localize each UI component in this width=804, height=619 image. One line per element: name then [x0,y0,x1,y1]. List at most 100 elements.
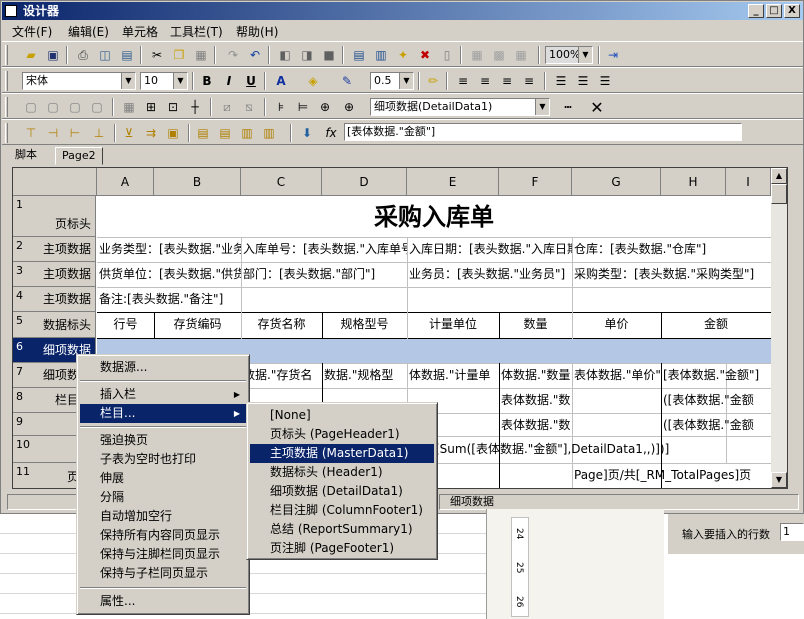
function-icon[interactable]: fx [322,124,340,142]
cell[interactable]: [Sum([表体数据."金额"],DetailData1,,)])] [433,438,771,462]
band-icon[interactable]: ⊨ [294,98,312,116]
row-header[interactable]: 2 主项数据 [13,237,96,262]
menu-toolbar[interactable]: 工具栏(T) [170,23,223,40]
col-header[interactable]: C [241,168,322,196]
paste-icon[interactable]: ▦ [192,46,210,64]
center-h-icon[interactable]: ▥ [238,124,256,142]
cell[interactable]: 表体数据."数 [499,414,572,436]
clear-border-icon[interactable]: ✕ [588,98,606,117]
align-grid-icon[interactable]: ▩ [490,46,508,64]
cell[interactable]: [表体数据."金额"] [661,364,771,388]
maximize-button[interactable]: □ [766,4,782,18]
cell[interactable]: 采购类型：[表头数据."采购类型"] [572,263,771,287]
cell[interactable]: 表体数据."数 [499,389,572,413]
italic-icon[interactable]: I [220,72,238,90]
minimize-button[interactable]: _ [748,4,764,18]
bring-front-icon[interactable]: ◧ [276,46,294,64]
close-button[interactable]: X [784,4,800,18]
submenu-page-header[interactable]: 页标头 (PageHeader1) [250,425,434,444]
zoom-select[interactable]: 100% ▼ [545,46,593,64]
tab-page2[interactable]: Page2 [55,147,103,165]
space-h-icon[interactable]: ▤ [194,124,212,142]
cell[interactable]: 入库单号：[表头数据."入库单号"] [241,238,407,262]
menu-auto-blank-rows[interactable]: 自动增加空行 [80,507,246,526]
insert-col-icon[interactable]: ⊕ [340,98,358,116]
center-v-icon[interactable]: ▥ [260,124,278,142]
blank-page-icon[interactable]: ▯ [438,46,456,64]
menu-datasource[interactable]: 数据源... [80,358,246,377]
header-cell[interactable]: 存货名称 [241,313,322,338]
fit-grid-icon[interactable]: ▦ [512,46,530,64]
open-icon[interactable]: ▰ [22,46,40,64]
menu-insert-band[interactable]: 插入栏 ▶ [80,385,246,404]
fill-color-icon[interactable]: ◈ [304,72,322,90]
menu-print-if-empty[interactable]: 子表为空时也打印 [80,450,246,469]
cell[interactable]: 体数据."计量单 [407,364,499,388]
new-page-icon[interactable]: ✦ [394,46,412,64]
cell[interactable]: 仓库：[表头数据."仓库"] [572,238,771,262]
print-icon[interactable]: ⎙ [74,46,92,64]
border-inner-icon[interactable]: ▦ [120,98,138,116]
undo-icon[interactable]: ↶ [246,46,264,64]
line-color-icon[interactable]: ✎ [338,72,356,90]
border-bottom-icon[interactable]: ▢ [88,98,106,116]
menu-force-newpage[interactable]: 强迫换页 [80,431,246,450]
vertical-scrollbar[interactable]: ▲ ▼ [771,168,787,488]
justify-icon[interactable]: ≡ [520,72,538,90]
cell[interactable]: 数据."规格型 [322,364,407,388]
border-cross-icon[interactable]: ┼ [186,98,204,116]
cell[interactable]: 体数据."数量 [499,364,572,388]
same-width-icon[interactable]: ⇉ [142,124,160,142]
redo-icon[interactable]: ↷ [224,46,242,64]
save-icon[interactable]: ▣ [44,46,62,64]
col-header[interactable]: F [499,168,572,196]
font-color-icon[interactable]: A [272,72,290,90]
col-header[interactable]: B [154,168,241,196]
align-objects-left-icon[interactable]: ⊤ [22,124,40,142]
header-cell[interactable]: 计量单位 [407,313,499,338]
delete-page-icon[interactable]: ✖ [416,46,434,64]
col-header[interactable]: E [407,168,499,196]
menu-stretch[interactable]: 伸展 [80,469,246,488]
space-v-icon[interactable]: ▤ [216,124,234,142]
field-icon[interactable]: ⊧ [272,98,290,116]
border-outer-icon[interactable]: ⊡ [164,98,182,116]
menu-properties[interactable]: 属性... [80,592,246,611]
grid-icon[interactable]: ▦ [468,46,486,64]
font-select[interactable]: 宋体 ▼ [22,72,136,90]
col-header[interactable]: I [726,168,771,196]
valign-middle-icon[interactable]: ☰ [574,72,592,90]
page-setup-icon[interactable]: ▤ [118,46,136,64]
diagonal-down-icon[interactable]: ⧄ [218,98,236,116]
border-left-icon[interactable]: ▢ [22,98,40,116]
menu-help[interactable]: 帮助(H) [236,23,278,40]
diagonal-up-icon[interactable]: ⧅ [240,98,258,116]
submenu-report-summary[interactable]: 总结 (ReportSummary1) [250,520,434,539]
align-center-icon[interactable]: ≡ [476,72,494,90]
col-header[interactable]: H [661,168,726,196]
header-cell[interactable]: 金额 [661,313,771,338]
report-title[interactable]: 采购入库单 [97,196,771,237]
align-objects-bottom-icon[interactable]: ⊻ [120,124,138,142]
insert-field-icon[interactable]: ⬇ [298,124,316,142]
copy-icon[interactable]: ❐ [170,46,188,64]
insert-rows-input[interactable]: 1 [780,523,804,541]
cut-icon[interactable]: ✂ [148,46,166,64]
align-objects-center-icon[interactable]: ⊣ [44,124,62,142]
header-cell[interactable]: 存货编码 [154,313,241,338]
bold-icon[interactable]: B [198,72,216,90]
menu-keep-together[interactable]: 保持所有内容同页显示 [80,526,246,545]
group-icon[interactable]: ■ [320,46,338,64]
col-header[interactable]: D [322,168,407,196]
menu-file[interactable]: 文件(F) [12,23,52,40]
border-all-icon[interactable]: ⊞ [142,98,160,116]
submenu-header[interactable]: 数据标头 (Header1) [250,463,434,482]
border-right-icon[interactable]: ▢ [44,98,62,116]
cell[interactable]: 供货单位：[表头数据."供货单位"] [97,263,241,287]
menu-keep-with-child[interactable]: 保持与子栏同页显示 [80,564,246,583]
align-right-icon[interactable]: ≡ [498,72,516,90]
cell[interactable]: 入库日期：[表头数据."入库日期"] [407,238,572,262]
insert-text-icon[interactable]: ▤ [350,46,368,64]
cell[interactable]: 业务员：[表头数据."业务员"] [407,263,572,287]
col-header[interactable]: A [97,168,154,196]
